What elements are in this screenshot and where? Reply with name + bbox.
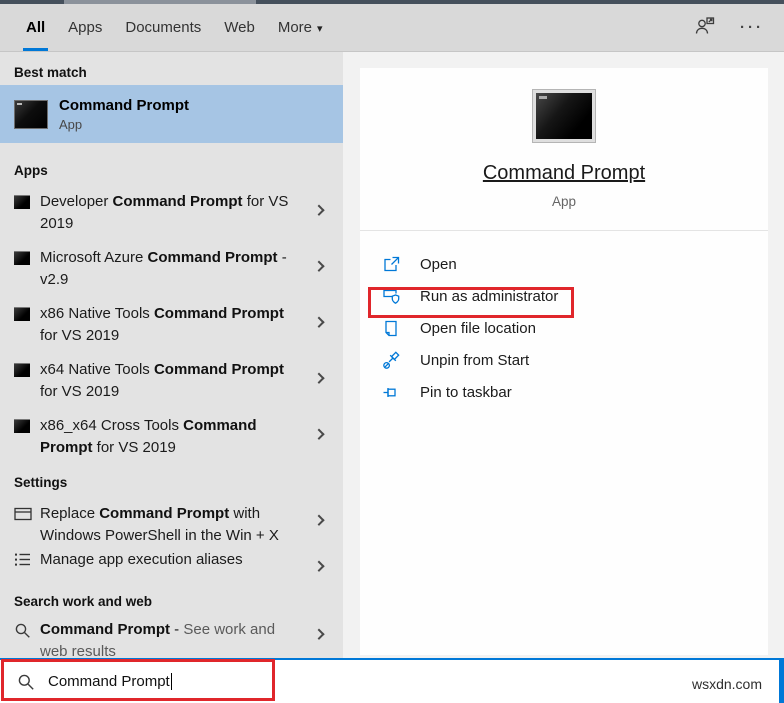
best-match-subtitle: App bbox=[59, 116, 83, 132]
result-text: - bbox=[170, 621, 184, 638]
account-feedback-icon[interactable] bbox=[694, 15, 716, 41]
action-label: Run as administrator bbox=[420, 287, 559, 305]
run-as-admin-shield-icon bbox=[383, 289, 400, 304]
chevron-down-icon: ▾ bbox=[317, 23, 323, 35]
best-match-result[interactable]: Command Prompt App bbox=[0, 85, 343, 143]
result-text: x64 Native Tools bbox=[40, 361, 154, 378]
tab-all-label: All bbox=[26, 19, 46, 36]
chevron-right-icon[interactable] bbox=[313, 428, 325, 440]
result-text: Developer bbox=[40, 193, 113, 210]
command-prompt-icon bbox=[14, 419, 30, 433]
preview-panel: Command Prompt App Open Run as administr… bbox=[360, 68, 768, 655]
section-header-apps: Apps bbox=[14, 162, 48, 178]
result-text: x86 Native Tools bbox=[40, 305, 154, 322]
chevron-right-icon[interactable] bbox=[313, 514, 325, 526]
command-prompt-icon bbox=[14, 307, 30, 321]
settings-result-replace-cmd[interactable]: Replace Command Prompt with Windows Powe… bbox=[0, 495, 343, 547]
active-tab-underline bbox=[23, 48, 49, 51]
app-result-azure-cmd[interactable]: Microsoft Azure Command Prompt - v2.9 bbox=[0, 239, 343, 295]
app-result-x64-cmd[interactable]: x64 Native Tools Command Prompt for VS 2… bbox=[0, 351, 343, 407]
search-icon bbox=[15, 623, 30, 638]
chevron-right-icon[interactable] bbox=[313, 372, 325, 384]
result-text: Replace bbox=[40, 505, 100, 522]
best-match-title: Command Prompt bbox=[59, 96, 190, 114]
search-flyout: All Apps Documents Web More ▾ ··· Best ma… bbox=[0, 0, 784, 703]
context-actions: Open Run as administrator Open file loca… bbox=[360, 248, 768, 408]
preview-subtitle: App bbox=[551, 194, 577, 209]
command-prompt-icon bbox=[14, 251, 30, 265]
command-prompt-icon bbox=[14, 195, 30, 209]
open-icon bbox=[384, 256, 400, 271]
result-text: x86_x64 Cross Tools bbox=[40, 417, 184, 434]
result-text-match: Command Prompt bbox=[153, 305, 284, 322]
tab-documents[interactable]: Documents bbox=[123, 13, 203, 42]
result-text-match: Command Prompt bbox=[147, 249, 278, 266]
results-panel: Best match Command Prompt App Apps Devel… bbox=[0, 52, 343, 658]
action-unpin-from-start[interactable]: Unpin from Start bbox=[382, 344, 768, 376]
tab-web-label: Web bbox=[224, 19, 255, 36]
tab-apps-label: Apps bbox=[68, 19, 103, 36]
ellipsis-menu-icon[interactable]: ··· bbox=[740, 20, 764, 35]
app-result-developer-cmd[interactable]: Developer Command Prompt for VS 2019 bbox=[0, 183, 343, 239]
chevron-right-icon[interactable] bbox=[313, 628, 325, 640]
action-label: Unpin from Start bbox=[420, 351, 530, 369]
search-filter-tabbar: All Apps Documents Web More ▾ ··· bbox=[0, 4, 784, 52]
chevron-right-icon[interactable] bbox=[313, 560, 325, 572]
chevron-right-icon[interactable] bbox=[313, 204, 325, 216]
taskbar-search-input[interactable]: Command Prompt bbox=[0, 658, 784, 703]
command-prompt-icon bbox=[14, 99, 48, 129]
tab-apps[interactable]: Apps bbox=[66, 13, 104, 42]
action-run-as-administrator[interactable]: Run as administrator bbox=[382, 280, 768, 312]
result-text: for VS 2019 bbox=[40, 383, 120, 400]
command-prompt-icon bbox=[14, 363, 30, 377]
search-icon bbox=[18, 674, 34, 690]
action-pin-to-taskbar[interactable]: Pin to taskbar bbox=[382, 376, 768, 408]
action-label: Pin to taskbar bbox=[420, 383, 512, 401]
result-text-match: Command Prompt bbox=[153, 361, 284, 378]
settings-result-aliases[interactable]: Manage app execution aliases bbox=[0, 547, 343, 587]
tab-documents-label: Documents bbox=[125, 19, 202, 36]
unpin-icon bbox=[383, 350, 400, 369]
section-header-best-match: Best match bbox=[14, 64, 87, 80]
result-text: Manage app execution aliases bbox=[40, 551, 243, 568]
tab-all[interactable]: All bbox=[23, 13, 49, 51]
result-text-match: Command Prompt bbox=[40, 621, 171, 638]
action-open-file-location[interactable]: Open file location bbox=[382, 312, 768, 344]
action-label: Open file location bbox=[420, 319, 536, 337]
tab-list: All Apps Documents Web More ▾ bbox=[23, 13, 325, 51]
tab-more[interactable]: More ▾ bbox=[276, 13, 325, 42]
chevron-right-icon[interactable] bbox=[313, 316, 325, 328]
list-settings-icon bbox=[15, 553, 30, 566]
divider bbox=[360, 230, 768, 231]
result-text-match: Command Prompt bbox=[99, 505, 230, 522]
text-cursor bbox=[170, 673, 172, 690]
app-result-x86-cmd[interactable]: x86 Native Tools Command Prompt for VS 2… bbox=[0, 295, 343, 351]
window-settings-icon bbox=[14, 507, 32, 521]
preview-title: Command Prompt bbox=[482, 162, 646, 184]
chevron-right-icon[interactable] bbox=[313, 260, 325, 272]
section-header-settings: Settings bbox=[14, 474, 68, 490]
command-prompt-large-icon bbox=[533, 90, 595, 142]
result-text: Microsoft Azure bbox=[40, 249, 148, 266]
tab-more-label: More bbox=[277, 19, 313, 36]
app-result-cross-cmd[interactable]: x86_x64 Cross Tools Command Prompt for V… bbox=[0, 407, 343, 463]
result-text-match: Command Prompt bbox=[112, 193, 243, 210]
search-input-value: Command Prompt bbox=[48, 673, 170, 690]
result-text: for VS 2019 bbox=[40, 327, 120, 344]
watermark: wsxdn.com bbox=[691, 676, 762, 692]
action-open[interactable]: Open bbox=[382, 248, 768, 280]
tab-web[interactable]: Web bbox=[222, 13, 257, 42]
section-header-search-web: Search work and web bbox=[14, 593, 153, 609]
action-label: Open bbox=[420, 255, 457, 273]
pin-icon bbox=[383, 387, 396, 397]
file-location-icon bbox=[385, 320, 397, 336]
result-text: for VS 2019 bbox=[92, 439, 176, 456]
web-search-result[interactable]: Command Prompt - See work and web result… bbox=[0, 613, 343, 658]
